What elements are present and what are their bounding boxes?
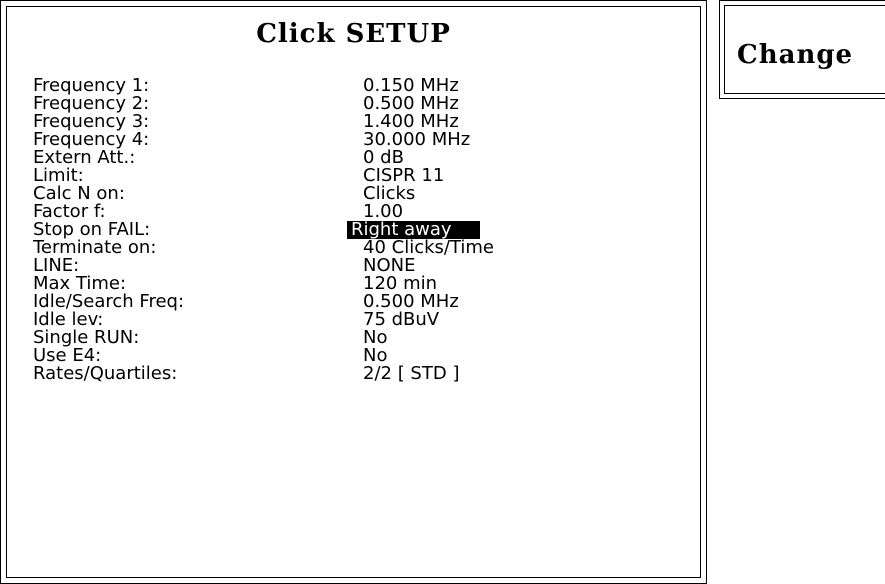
setup-panel-inner: Click SETUP Frequency 1: 0.150 MHz Frequ… bbox=[6, 6, 701, 578]
change-button[interactable]: Change bbox=[719, 0, 885, 99]
setup-panel: Click SETUP Frequency 1: 0.150 MHz Frequ… bbox=[0, 0, 707, 584]
panel-title: Click SETUP bbox=[256, 19, 451, 49]
setting-label: Rates/Quartiles: bbox=[33, 363, 178, 384]
setting-value: 2/2 [ STD ] bbox=[363, 363, 460, 384]
change-button-label: Change bbox=[737, 40, 854, 70]
change-button-inner: Change bbox=[724, 5, 885, 94]
